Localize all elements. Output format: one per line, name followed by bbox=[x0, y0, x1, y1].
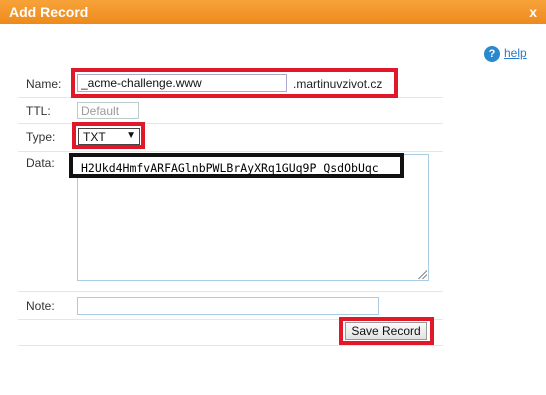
data-value: H2Ukd4HmfvARFAGlnbPWLBrAyXRq1GUq9P_QsdOb… bbox=[81, 161, 379, 175]
dialog-titlebar: Add Record x bbox=[0, 0, 546, 24]
row-divider bbox=[18, 151, 443, 152]
close-icon[interactable]: x bbox=[529, 4, 537, 20]
save-record-button[interactable]: Save Record bbox=[345, 322, 427, 340]
domain-suffix: .martinuvzivot.cz bbox=[293, 77, 383, 91]
row-divider bbox=[18, 345, 443, 346]
dialog-title: Add Record bbox=[9, 4, 89, 20]
type-select[interactable]: TXT ▼ bbox=[78, 128, 140, 145]
ttl-input[interactable] bbox=[77, 102, 139, 119]
type-select-value: TXT bbox=[83, 130, 106, 144]
ttl-label: TTL: bbox=[26, 104, 51, 118]
resize-grip-icon[interactable] bbox=[417, 269, 427, 279]
chevron-down-icon: ▼ bbox=[126, 130, 136, 141]
row-divider bbox=[18, 291, 443, 292]
note-input[interactable] bbox=[77, 297, 379, 315]
data-label: Data: bbox=[26, 156, 55, 170]
name-input[interactable] bbox=[77, 74, 287, 92]
help-link[interactable]: help bbox=[504, 46, 527, 60]
help-icon[interactable]: ? bbox=[484, 46, 500, 62]
type-label: Type: bbox=[26, 130, 56, 144]
data-highlight-box: H2Ukd4HmfvARFAGlnbPWLBrAyXRq1GUq9P_QsdOb… bbox=[69, 153, 404, 178]
name-label: Name: bbox=[26, 77, 62, 91]
note-label: Note: bbox=[26, 299, 55, 313]
